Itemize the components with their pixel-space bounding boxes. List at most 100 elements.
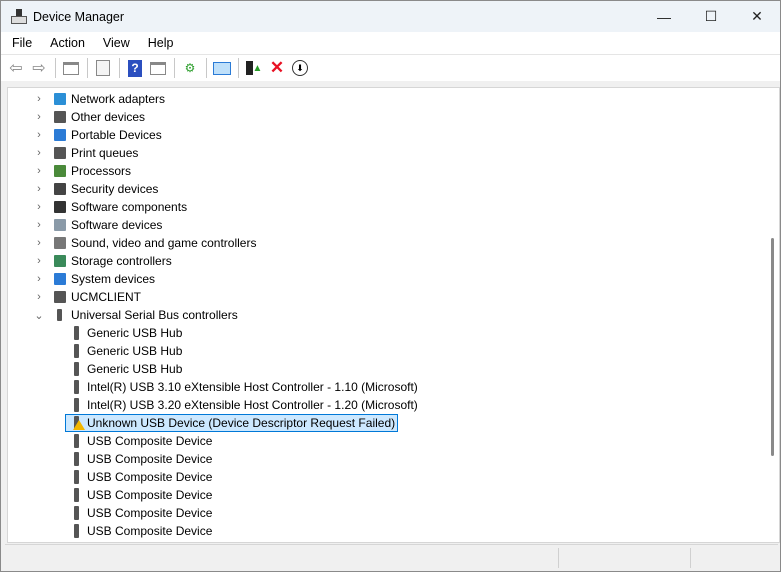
chevron-down-icon[interactable]: ⌄ [34, 306, 44, 324]
tree-device-label: Intel(R) USB 3.20 eXtensible Host Contro… [87, 398, 418, 412]
tree-category[interactable]: › UCMCLIENT [34, 288, 141, 306]
tree-category-label: Software devices [71, 218, 163, 232]
usb-connector-icon [68, 433, 84, 449]
tree-category[interactable]: › Software devices [34, 216, 162, 234]
tree-device[interactable]: USB Composite Device [68, 468, 212, 486]
status-bar [5, 544, 778, 569]
tree-category[interactable]: › System devices [34, 270, 155, 288]
menu-view[interactable]: View [92, 36, 137, 50]
toolbar-separator [119, 58, 120, 78]
usb-connector-icon [68, 397, 84, 413]
tree-device[interactable]: Generic USB Hub [68, 342, 182, 360]
tree-category-label: Print queues [71, 146, 139, 160]
chevron-right-icon[interactable]: › [34, 270, 44, 288]
maximize-button[interactable]: ☐ [688, 1, 734, 32]
tree-category-label: Portable Devices [71, 128, 162, 142]
other-devices-icon [52, 109, 68, 125]
tree-category-label: Network adapters [71, 92, 166, 106]
toolbar-separator [55, 58, 56, 78]
chevron-right-icon[interactable]: › [34, 144, 44, 162]
usb-icon [52, 307, 68, 323]
window-title: Device Manager [33, 9, 125, 24]
scan-hardware-icon[interactable] [211, 57, 233, 79]
tree-category-label: Universal Serial Bus controllers [71, 308, 238, 322]
show-hide-console-tree-icon[interactable] [60, 57, 82, 79]
chevron-right-icon[interactable]: › [34, 108, 44, 126]
minimize-button[interactable]: — [641, 1, 687, 32]
usb-connector-icon [68, 487, 84, 503]
tree-device-label: USB Composite Device [87, 452, 213, 466]
menu-bar: File Action View Help [1, 32, 780, 54]
usb-connector-icon [68, 379, 84, 395]
toolbar: ⇦ ⇨ ? ⚙ ▲ ✕ ⬇ [1, 54, 780, 81]
enable-device-icon[interactable]: ▲ [243, 57, 265, 79]
chevron-right-icon[interactable]: › [34, 288, 44, 306]
tree-device[interactable]: Intel(R) USB 3.10 eXtensible Host Contro… [68, 378, 418, 396]
tree-category[interactable]: › Portable Devices [34, 126, 162, 144]
usb-connector-icon [68, 505, 84, 521]
chevron-right-icon[interactable]: › [34, 234, 44, 252]
vertical-scrollbar[interactable] [767, 88, 779, 542]
tree-category[interactable]: › Print queues [34, 144, 138, 162]
tree-category[interactable]: › Network adapters [34, 90, 165, 108]
tree-device[interactable]: USB Composite Device [68, 486, 212, 504]
chevron-right-icon[interactable]: › [34, 216, 44, 234]
tree-device[interactable]: Generic USB Hub [68, 360, 182, 378]
tree-category-label: Sound, video and game controllers [71, 236, 257, 250]
tree-device-label: USB Composite Device [87, 488, 213, 502]
tree-device[interactable]: USB Composite Device [68, 522, 212, 540]
toolbar-separator [87, 58, 88, 78]
chevron-right-icon[interactable]: › [34, 198, 44, 216]
chevron-right-icon[interactable]: › [34, 180, 44, 198]
menu-help[interactable]: Help [137, 36, 181, 50]
tree-category[interactable]: › Sound, video and game controllers [34, 234, 256, 252]
tree-category[interactable]: › Other devices [34, 108, 145, 126]
tree-device[interactable]: Generic USB Hub [68, 324, 182, 342]
warning-icon [73, 420, 85, 430]
usb-connector-icon [68, 325, 84, 341]
forward-icon[interactable]: ⇨ [28, 57, 50, 79]
show-action-pane-icon[interactable] [147, 57, 169, 79]
tree-device[interactable]: USB Composite Device [68, 432, 212, 450]
tree-device[interactable]: Intel(R) USB 3.20 eXtensible Host Contro… [68, 396, 418, 414]
menu-action[interactable]: Action [39, 36, 92, 50]
tree-device[interactable]: USB Composite Device [68, 450, 212, 468]
tree-device-label: USB Composite Device [87, 470, 213, 484]
chevron-right-icon[interactable]: › [34, 90, 44, 108]
toolbar-separator [206, 58, 207, 78]
toolbar-separator [174, 58, 175, 78]
tree-device-label: Generic USB Hub [87, 362, 183, 376]
software-devices-icon [52, 217, 68, 233]
scrollbar-thumb[interactable] [771, 238, 774, 456]
properties-icon[interactable] [92, 57, 114, 79]
tree-device-label: Unknown USB Device (Device Descriptor Re… [87, 416, 396, 430]
tree-device-label: USB Composite Device [87, 524, 213, 538]
tree-category-label: UCMCLIENT [71, 290, 142, 304]
tree-category[interactable]: ⌄ Universal Serial Bus controllers [34, 306, 238, 324]
uninstall-device-icon[interactable]: ✕ [266, 57, 288, 79]
tree-category[interactable]: › Storage controllers [34, 252, 172, 270]
tree-device-label: Intel(R) USB 3.10 eXtensible Host Contro… [87, 380, 418, 394]
usb-connector-icon [68, 523, 84, 539]
chevron-right-icon[interactable]: › [34, 252, 44, 270]
help-icon[interactable]: ? [124, 57, 146, 79]
tree-device-warning[interactable]: Unknown USB Device (Device Descriptor Re… [65, 414, 399, 432]
chevron-right-icon[interactable]: › [34, 126, 44, 144]
chevron-right-icon[interactable]: › [34, 162, 44, 180]
update-driver-icon[interactable]: ⚙ [179, 57, 201, 79]
tree-category[interactable]: › Software components [34, 198, 187, 216]
back-icon[interactable]: ⇦ [5, 57, 27, 79]
tree-category[interactable]: › Processors [34, 162, 131, 180]
tree-category-label: Security devices [71, 182, 159, 196]
tree-device-label: USB Composite Device [87, 506, 213, 520]
usb-connector-icon [68, 451, 84, 467]
menu-file[interactable]: File [1, 36, 39, 50]
tree-device[interactable]: USB Composite Device [68, 504, 212, 522]
system-icon [52, 271, 68, 287]
usb-connector-icon [68, 415, 85, 431]
device-manager-window: Device Manager — ☐ ✕ File Action View He… [0, 0, 781, 572]
tree-category[interactable]: › Security devices [34, 180, 158, 198]
disable-device-icon[interactable]: ⬇ [289, 57, 311, 79]
close-button[interactable]: ✕ [734, 1, 780, 32]
tree-device-label: Generic USB Hub [87, 344, 183, 358]
